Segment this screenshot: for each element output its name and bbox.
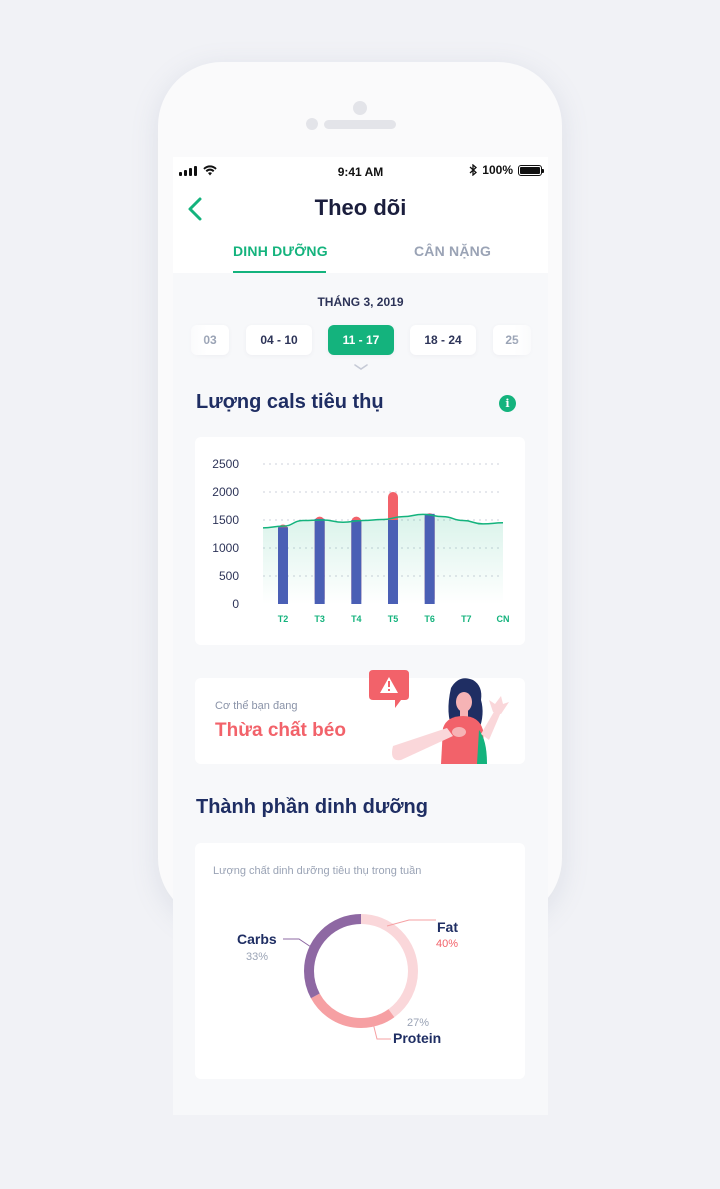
x-tick-label: T3 <box>314 614 325 624</box>
app-screen: 9:41 AM 100% Theo dõi DINH DƯỠNG CÂN NẶN… <box>173 157 548 1115</box>
x-tick-label: CN <box>497 614 510 624</box>
x-tick-label: T2 <box>278 614 289 624</box>
battery-percent: 100% <box>482 163 513 177</box>
woman-illustration <box>369 670 509 764</box>
page-title: Theo dõi <box>314 195 407 220</box>
y-tick-label: 500 <box>219 569 239 583</box>
carbs-percent: 33% <box>246 951 269 963</box>
bar-calories[interactable] <box>314 518 325 604</box>
week-chip[interactable]: 18 - 24 <box>410 325 476 355</box>
nutrition-title: Thành phần dinh dưỡng <box>196 796 428 818</box>
y-tick-label: 0 <box>232 597 239 611</box>
alert-label: Cơ thể bạn đang <box>215 700 298 712</box>
alert-value: Thừa chất béo <box>215 720 346 741</box>
bar-calories[interactable] <box>278 527 288 604</box>
carbs-leader <box>283 938 312 948</box>
fat-percent: 40% <box>436 938 459 950</box>
protein-label: Protein <box>393 1030 442 1046</box>
x-tick-label: T6 <box>424 614 435 624</box>
calories-chart: 2500 2000 1500 1000 500 0 T2 T3 T4 T5 T6 T7 CN <box>212 457 510 624</box>
bar-calories[interactable] <box>351 520 362 604</box>
status-bar: 9:41 AM 100% <box>173 157 548 185</box>
month-label: THÁNG 3, 2019 <box>317 295 404 309</box>
x-tick-label: T7 <box>461 614 472 624</box>
week-chip[interactable]: 04 - 10 <box>246 325 312 355</box>
info-icon[interactable]: i <box>499 395 516 412</box>
y-tick-label: 2000 <box>212 485 239 499</box>
y-tick-label: 2500 <box>212 457 239 471</box>
calories-chart-card: 2500 2000 1500 1000 500 0 T2 T3 T4 T5 T6 T7 CN <box>195 437 525 645</box>
week-chip-selected[interactable]: 11 - 17 <box>328 325 394 355</box>
phone-speaker <box>324 120 396 129</box>
phone-camera <box>306 118 318 130</box>
bar-calories[interactable] <box>388 520 398 604</box>
nutrition-card: Lượng chất dinh dưỡng tiêu thụ trong tuầ… <box>195 843 525 1079</box>
bluetooth-icon <box>469 164 478 176</box>
alert-card: Cơ thể bạn đang Thừa chất béo <box>195 670 525 764</box>
nutrition-donut <box>283 914 436 1040</box>
warning-icon <box>369 670 409 708</box>
phone-sensor <box>353 101 367 115</box>
protein-percent: 27% <box>407 1017 430 1029</box>
nav-bar: Theo dõi DINH DƯỠNG CÂN NẶNG <box>173 185 548 273</box>
y-tick-label: 1000 <box>212 541 239 555</box>
tab-dinh-duong[interactable]: DINH DƯỠNG <box>233 243 328 259</box>
x-tick-label: T5 <box>388 614 399 624</box>
y-tick-label: 1500 <box>212 513 239 527</box>
trend-area <box>263 514 503 604</box>
chevron-down-icon[interactable] <box>353 363 369 371</box>
battery-icon <box>518 164 544 176</box>
carbs-label: Carbs <box>237 931 277 947</box>
fat-label: Fat <box>437 919 458 935</box>
calories-title: Lượng cals tiêu thụ <box>196 391 384 413</box>
tab-can-nang[interactable]: CÂN NẶNG <box>414 243 491 259</box>
x-tick-label: T4 <box>351 614 362 624</box>
active-tab-indicator <box>233 271 326 273</box>
bar-calories[interactable] <box>424 513 435 604</box>
